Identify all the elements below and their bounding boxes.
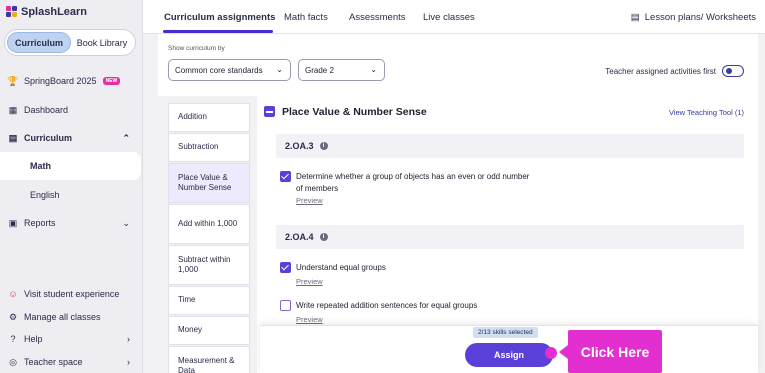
topic-addition[interactable]: Addition bbox=[168, 103, 250, 132]
chevron-right-icon: › bbox=[127, 334, 130, 344]
chevron-down-icon: ⌄ bbox=[122, 217, 130, 228]
topic-subtract-within-1000[interactable]: Subtract within 1,000 bbox=[168, 245, 250, 285]
sidebar-item-label: Manage all classes bbox=[24, 312, 101, 322]
help-icon: ? bbox=[10, 334, 16, 344]
grade-select-value: Grade 2 bbox=[305, 65, 334, 75]
standard-select[interactable]: Common core standards ⌄ bbox=[168, 59, 291, 81]
skills-selected-badge: 2/13 skills selected bbox=[473, 327, 538, 338]
sidebar-item-label: Help bbox=[24, 334, 43, 344]
topic-subtraction[interactable]: Subtraction bbox=[168, 133, 250, 162]
student-icon: ☺ bbox=[8, 289, 18, 299]
topic-time[interactable]: Time bbox=[168, 286, 250, 315]
info-icon[interactable]: i bbox=[319, 233, 328, 241]
active-tab-indicator bbox=[163, 30, 273, 33]
standard-code: 2.OA.3 bbox=[285, 141, 314, 151]
toggle-knob bbox=[726, 68, 732, 74]
logo[interactable]: SplashLearn bbox=[6, 6, 87, 18]
topic-measurement-data[interactable]: Measurement & Data bbox=[168, 346, 250, 373]
sidebar-item-label: Teacher space bbox=[24, 357, 83, 367]
tab-curriculum-assignments[interactable]: Curriculum assignments bbox=[164, 12, 275, 23]
preview-link[interactable]: Preview bbox=[296, 277, 323, 286]
trophy-icon: 🏆 bbox=[7, 75, 19, 86]
topic-money[interactable]: Money bbox=[168, 316, 250, 345]
sidebar-item-label: SpringBoard 2025 bbox=[24, 76, 97, 86]
skill-checkbox[interactable] bbox=[280, 171, 291, 182]
teacher-first-label: Teacher assigned activities first bbox=[605, 67, 716, 76]
sidebar-item-label: Reports bbox=[24, 218, 56, 228]
gear-icon: ⚙ bbox=[8, 311, 18, 322]
section-title: Place Value & Number Sense bbox=[282, 106, 427, 118]
filter-label: Show curriculum by bbox=[168, 45, 225, 52]
info-icon[interactable]: i bbox=[319, 142, 328, 150]
preview-link[interactable]: Preview bbox=[296, 315, 323, 324]
view-teaching-tool-link[interactable]: View Teaching Tool (1) bbox=[669, 108, 744, 117]
click-here-callout: Click Here bbox=[559, 330, 662, 373]
assign-button[interactable]: Assign bbox=[465, 343, 553, 367]
skill-checkbox[interactable] bbox=[280, 262, 291, 273]
sidebar-item-curriculum[interactable]: ▤ Curriculum ⌃ bbox=[8, 132, 136, 144]
standard-select-value: Common core standards bbox=[175, 65, 263, 75]
sidebar-item-help[interactable]: ? Help › bbox=[8, 334, 136, 344]
topic-place-value[interactable]: Place Value & Number Sense bbox=[168, 163, 250, 203]
sidebar-item-english[interactable]: English bbox=[0, 181, 143, 209]
topic-add-within-1000[interactable]: Add within 1,000 bbox=[168, 204, 250, 244]
book-library-segment-button[interactable]: Book Library bbox=[71, 32, 133, 53]
sidebar-item-dashboard[interactable]: ▦ Dashboard bbox=[8, 104, 136, 116]
curriculum-segment-button[interactable]: Curriculum bbox=[7, 32, 71, 53]
chevron-down-icon: ⌄ bbox=[370, 65, 377, 74]
tab-assessments[interactable]: Assessments bbox=[349, 12, 406, 23]
teacher-space-icon: ◎ bbox=[9, 356, 17, 367]
sidebar-item-reports[interactable]: ▣ Reports ⌄ bbox=[8, 217, 136, 229]
standard-row: 2.OA.4 i bbox=[276, 225, 744, 249]
reports-icon: ▣ bbox=[8, 217, 18, 228]
chevron-down-icon: ⌄ bbox=[276, 65, 283, 74]
skill-text: Understand equal groups bbox=[296, 263, 386, 272]
chevron-right-icon: › bbox=[127, 357, 130, 367]
sidebar-item-label: Curriculum bbox=[24, 133, 73, 143]
sidebar-item-label: Dashboard bbox=[24, 105, 69, 115]
dashboard-icon: ▦ bbox=[8, 104, 18, 115]
skill-checkbox[interactable] bbox=[280, 300, 291, 311]
sidebar-item-manage-classes[interactable]: ⚙ Manage all classes bbox=[8, 311, 136, 323]
standard-row: 2.OA.3 i bbox=[276, 134, 744, 158]
new-badge: NEW bbox=[102, 77, 121, 85]
tab-math-facts[interactable]: Math facts bbox=[284, 12, 328, 23]
teacher-first-toggle[interactable] bbox=[722, 65, 744, 77]
section-select-checkbox[interactable] bbox=[264, 106, 275, 117]
splashlearn-logo-icon bbox=[6, 6, 18, 18]
sidebar-item-math[interactable]: Math bbox=[0, 152, 141, 180]
sidebar-item-teacher-space[interactable]: ◎ Teacher space › bbox=[8, 356, 136, 368]
chevron-up-icon: ⌃ bbox=[122, 132, 130, 143]
logo-text: SplashLearn bbox=[21, 6, 88, 18]
top-tabs: Curriculum assignments Math facts Assess… bbox=[143, 0, 765, 34]
lesson-plans-label: Lesson plans/ Worksheets bbox=[644, 12, 756, 23]
preview-link[interactable]: Preview bbox=[296, 196, 323, 205]
sidebar-item-visit-student[interactable]: ☺ Visit student experience bbox=[8, 289, 136, 299]
document-icon: ▤ bbox=[630, 12, 640, 23]
curriculum-icon: ▤ bbox=[8, 132, 18, 143]
lesson-plans-link[interactable]: ▤ Lesson plans/ Worksheets bbox=[631, 12, 756, 23]
skill-text: Determine whether a group of objects has… bbox=[296, 172, 530, 193]
standard-code: 2.OA.4 bbox=[285, 232, 314, 242]
filter-bar: Show curriculum by Common core standards… bbox=[158, 34, 758, 96]
skill-text: Write repeated addition sentences for eq… bbox=[296, 301, 478, 310]
library-segmented-control: Curriculum Book Library bbox=[4, 29, 136, 56]
click-pointer-dot bbox=[545, 347, 557, 359]
sidebar-item-label: Visit student experience bbox=[24, 289, 120, 299]
tab-live-classes[interactable]: Live classes bbox=[423, 12, 475, 23]
sidebar: SplashLearn Curriculum Book Library 🏆 Sp… bbox=[0, 0, 143, 373]
topic-list: Addition Subtraction Place Value & Numbe… bbox=[168, 103, 250, 373]
sidebar-item-springboard[interactable]: 🏆 SpringBoard 2025 NEW bbox=[7, 75, 136, 86]
grade-select[interactable]: Grade 2 ⌄ bbox=[298, 59, 385, 81]
